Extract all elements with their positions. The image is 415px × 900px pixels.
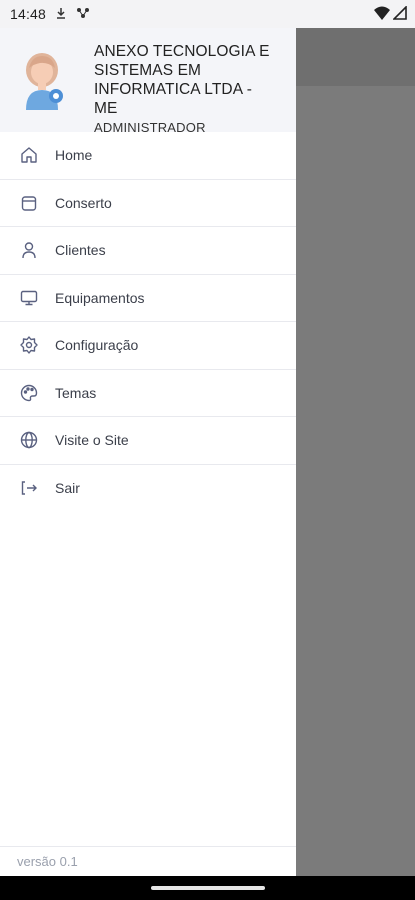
scrim-app-bar bbox=[296, 28, 415, 86]
menu-item-visite-o-site[interactable]: Visite o Site bbox=[0, 417, 296, 465]
menu-item-label: Visite o Site bbox=[55, 432, 129, 449]
user-icon bbox=[18, 239, 40, 261]
logout-icon bbox=[18, 477, 40, 499]
status-bar: 14:48 bbox=[0, 0, 415, 28]
menu-item-label: Clientes bbox=[55, 242, 106, 259]
version-label: versão 0.1 bbox=[0, 846, 296, 876]
drawer-header: ANEXO TECNOLOGIA E SISTEMAS EM INFORMATI… bbox=[0, 28, 296, 135]
menu-item-label: Conserto bbox=[55, 194, 112, 211]
gear-icon bbox=[18, 334, 40, 356]
download-icon bbox=[56, 6, 66, 22]
menu-item-label: Equipamentos bbox=[55, 289, 145, 306]
menu-item-label: Sair bbox=[55, 480, 80, 497]
company-name: ANEXO TECNOLOGIA E SISTEMAS EM INFORMATI… bbox=[94, 43, 270, 117]
menu-item-label: Configuração bbox=[55, 337, 139, 354]
drawer-menu: Home Conserto Clientes Equipamentos Conf… bbox=[0, 132, 296, 512]
signal-icon bbox=[392, 4, 407, 23]
menu-item-conserto[interactable]: Conserto bbox=[0, 180, 296, 227]
menu-item-clientes[interactable]: Clientes bbox=[0, 227, 296, 275]
menu-item-sair[interactable]: Sair bbox=[0, 465, 296, 513]
menu-item-temas[interactable]: Temas bbox=[0, 370, 296, 417]
avatar bbox=[20, 50, 76, 110]
monitor-icon bbox=[18, 287, 40, 309]
palette-icon bbox=[18, 382, 40, 404]
system-navigation-bar bbox=[0, 876, 415, 900]
wifi-icon bbox=[374, 6, 390, 23]
globe-icon bbox=[18, 429, 40, 451]
home-gesture-handle[interactable] bbox=[150, 886, 265, 890]
menu-item-equipamentos[interactable]: Equipamentos bbox=[0, 275, 296, 322]
user-role: ADMINISTRADOR bbox=[94, 120, 206, 135]
home-icon bbox=[18, 144, 40, 166]
screen: 14:48 ANEXO TECNOLOGIA E SISTEMAS EM INF… bbox=[0, 0, 415, 900]
menu-item-label: Home bbox=[55, 147, 93, 164]
archive-icon bbox=[18, 192, 40, 214]
network-icon bbox=[76, 6, 90, 22]
menu-item-label: Temas bbox=[55, 384, 97, 401]
navigation-drawer: ANEXO TECNOLOGIA E SISTEMAS EM INFORMATI… bbox=[0, 28, 296, 876]
menu-item-configuracao[interactable]: Configuração bbox=[0, 322, 296, 370]
menu-item-home[interactable]: Home bbox=[0, 132, 296, 180]
status-time: 14:48 bbox=[10, 6, 47, 22]
scrim-overlay[interactable] bbox=[296, 86, 415, 876]
